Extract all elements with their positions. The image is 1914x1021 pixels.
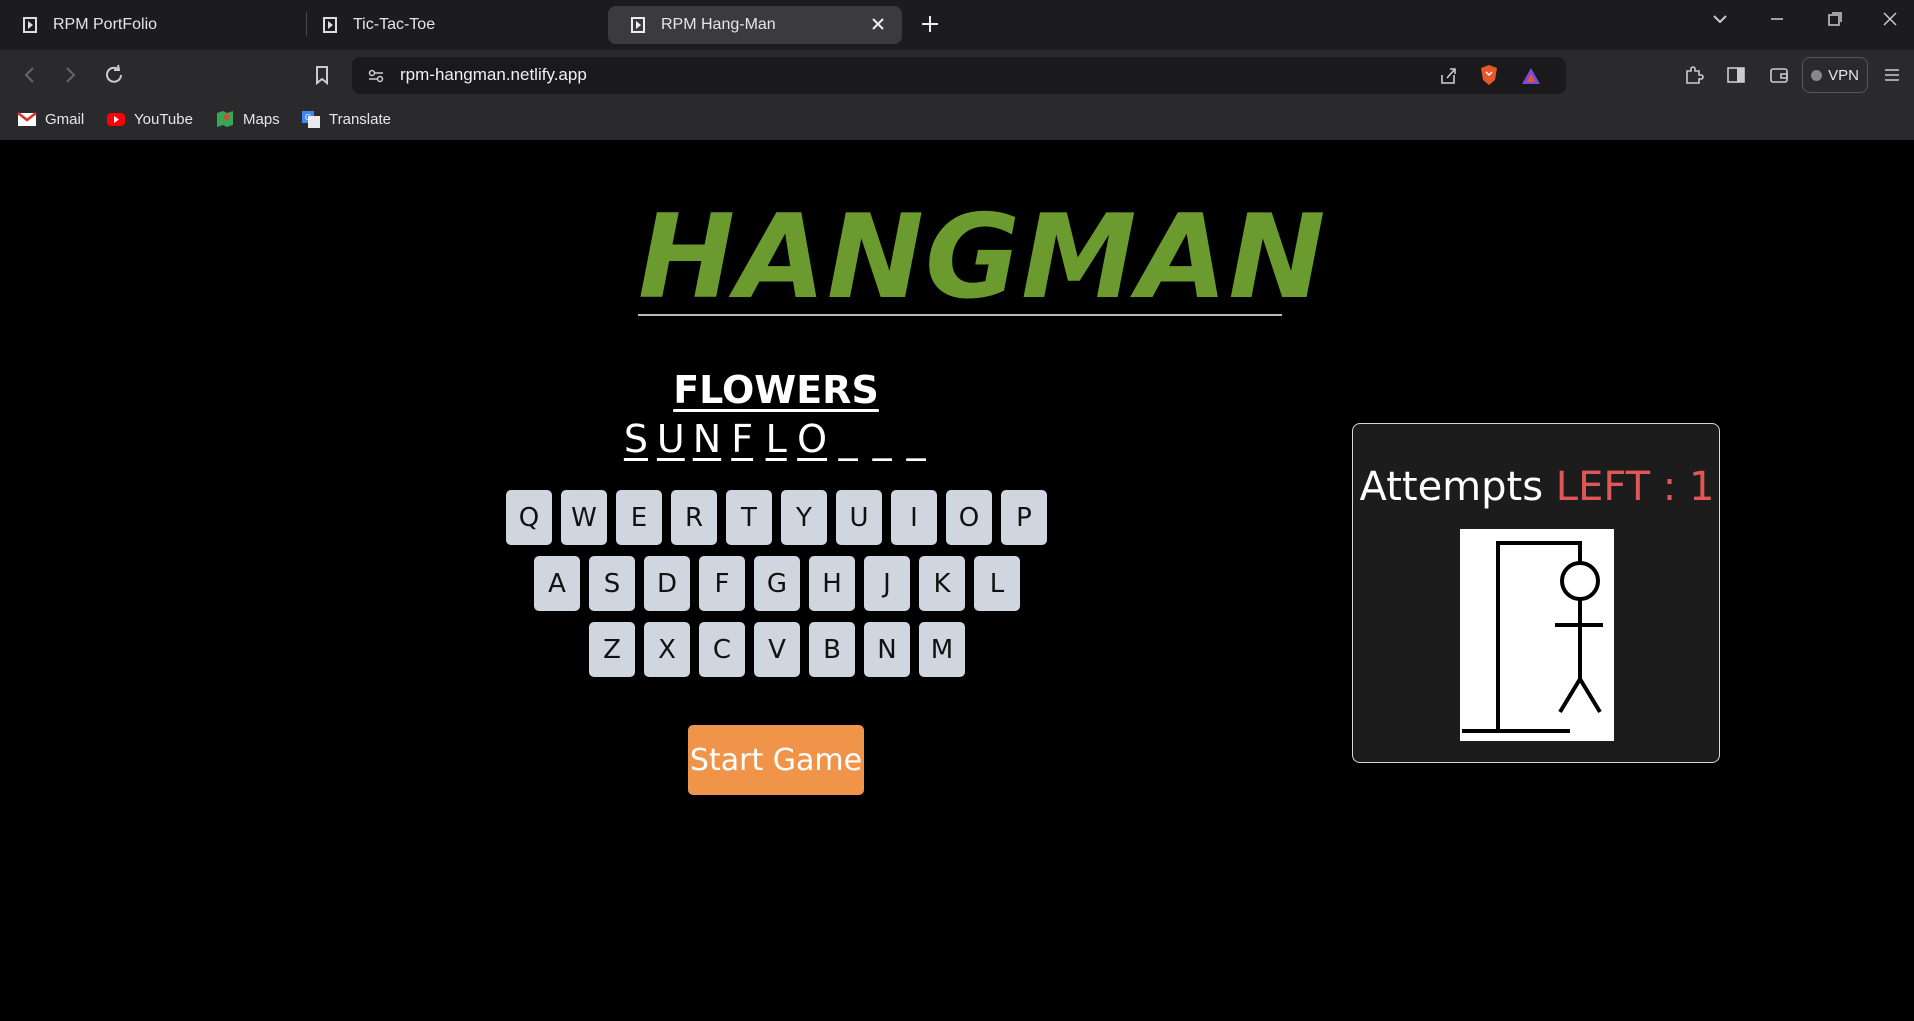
key-s[interactable]: S [589, 556, 635, 611]
key-x[interactable]: X [644, 622, 690, 677]
extensions-icon[interactable] [1682, 63, 1706, 87]
word-letter: L [765, 417, 787, 461]
attempts-left-label: LEFT : 1 [1555, 464, 1715, 510]
key-j[interactable]: J [864, 556, 910, 611]
category-label: FLOWERS [673, 368, 879, 412]
tab-rpm-portfolio[interactable]: RPM PortFolio [0, 6, 300, 44]
key-t[interactable]: T [726, 490, 772, 545]
wallet-icon[interactable] [1767, 63, 1791, 87]
attempts-panel: Attempts LEFT : 1 [1352, 423, 1720, 763]
browser-toolbar: rpm-hangman.netlify.app VPN [0, 50, 1914, 100]
forward-icon[interactable] [58, 63, 82, 87]
start-game-button[interactable]: Start Game [688, 725, 864, 795]
tab-tic-tac-toe[interactable]: Tic-Tac-Toe [300, 6, 600, 44]
new-tab-icon[interactable] [918, 12, 942, 36]
brave-shields-icon[interactable] [1478, 63, 1500, 87]
key-g[interactable]: G [754, 556, 800, 611]
site-favicon-icon [23, 17, 37, 33]
key-d[interactable]: D [644, 556, 690, 611]
word-letter: O [797, 417, 828, 461]
word-letter: _ [872, 417, 892, 461]
reload-icon[interactable] [102, 63, 126, 87]
key-k[interactable]: K [919, 556, 965, 611]
key-m[interactable]: M [919, 622, 965, 677]
site-favicon-icon [631, 17, 645, 33]
word-letter: U [656, 417, 685, 461]
minimize-icon[interactable] [1763, 8, 1791, 30]
attempts-label: Attempts [1359, 464, 1544, 510]
menu-icon[interactable] [1880, 63, 1904, 87]
site-settings-icon[interactable] [366, 66, 386, 86]
tab-strip: RPM PortFolio Tic-Tac-Toe RPM Hang-Man [0, 0, 1914, 50]
key-n[interactable]: N [864, 622, 910, 677]
bookmark-gmail[interactable]: Gmail [17, 109, 84, 129]
site-favicon-icon [323, 17, 337, 33]
back-icon[interactable] [18, 63, 42, 87]
bookmark-youtube[interactable]: YouTube [106, 109, 193, 129]
svg-text:G: G [305, 113, 311, 122]
word-letter: F [731, 417, 754, 461]
bookmark-label: Gmail [45, 110, 85, 128]
key-o[interactable]: O [946, 490, 992, 545]
word-display: S U N F L O _ _ _ [600, 416, 952, 462]
close-tab-icon[interactable] [868, 14, 888, 34]
key-l[interactable]: L [974, 556, 1020, 611]
share-icon[interactable] [1438, 65, 1460, 87]
url-text: rpm-hangman.netlify.app [400, 65, 587, 84]
key-u[interactable]: U [836, 490, 882, 545]
key-c[interactable]: C [699, 622, 745, 677]
bookmark-label: Maps [243, 110, 280, 128]
key-z[interactable]: Z [589, 622, 635, 677]
page-title: HANGMAN [638, 190, 1327, 325]
bookmarks-bar: Gmail YouTube Maps G Translate [0, 100, 1914, 140]
key-b[interactable]: B [809, 622, 855, 677]
key-r[interactable]: R [671, 490, 717, 545]
hangman-drawing [1460, 529, 1614, 741]
attempts-text: Attempts LEFT : 1 [1353, 464, 1721, 510]
tab-label: RPM PortFolio [53, 16, 158, 33]
key-e[interactable]: E [616, 490, 662, 545]
bookmark-icon[interactable] [310, 63, 334, 87]
key-f[interactable]: F [699, 556, 745, 611]
maps-icon [217, 111, 233, 127]
word-letter: N [692, 417, 722, 461]
key-a[interactable]: A [534, 556, 580, 611]
bookmark-maps[interactable]: Maps [215, 109, 280, 129]
tab-rpm-hang-man[interactable]: RPM Hang-Man [608, 6, 902, 44]
tab-label: RPM Hang-Man [661, 16, 776, 33]
vpn-button[interactable]: VPN [1802, 57, 1868, 93]
translate-icon: G [302, 111, 320, 128]
key-p[interactable]: P [1001, 490, 1047, 545]
youtube-icon [107, 113, 125, 126]
tab-label: Tic-Tac-Toe [353, 16, 436, 33]
close-window-icon[interactable] [1876, 8, 1904, 30]
word-letter: _ [906, 417, 926, 461]
gmail-icon [17, 112, 37, 126]
key-v[interactable]: V [754, 622, 800, 677]
address-bar[interactable]: rpm-hangman.netlify.app [352, 57, 1566, 94]
restore-icon[interactable] [1820, 8, 1848, 30]
key-q[interactable]: Q [506, 490, 552, 545]
brave-rewards-icon[interactable] [1520, 65, 1542, 87]
vpn-label: VPN [1828, 66, 1859, 84]
vpn-status-dot [1811, 69, 1823, 81]
bookmark-label: YouTube [134, 110, 193, 128]
key-h[interactable]: H [809, 556, 855, 611]
sidebar-icon[interactable] [1724, 63, 1748, 87]
game-page: HANGMAN FLOWERS S U N F L O _ _ _ QWERTYUIOPASDF… [0, 140, 1914, 1021]
bookmark-translate[interactable]: G Translate [301, 109, 391, 129]
word-letter: _ [838, 417, 858, 461]
tab-list-chevron-icon[interactable] [1706, 8, 1734, 30]
bookmark-label: Translate [329, 110, 391, 128]
word-letter: S [623, 417, 648, 461]
key-i[interactable]: I [891, 490, 937, 545]
key-y[interactable]: Y [781, 490, 827, 545]
key-w[interactable]: W [561, 490, 607, 545]
